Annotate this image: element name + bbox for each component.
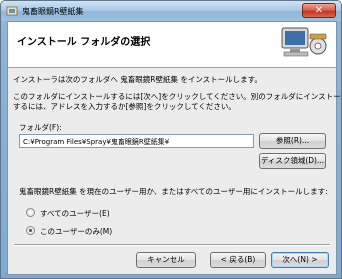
folder-path-input[interactable]: C:¥Program Files¥Spray¥鬼畜眼鏡R壁紙集¥	[19, 134, 254, 148]
radio-this-user-only-button[interactable]	[26, 226, 35, 235]
install-scope-question: 鬼畜眼鏡R壁紙集 を現在のユーザー用か、またはすべてのユーザー用にインストールし…	[19, 187, 328, 196]
disk-cost-button[interactable]: ディスク領域(D)...	[259, 153, 326, 169]
page-title: インストール フォルダの選択	[17, 37, 151, 48]
folder-label: フォルダ(F):	[19, 123, 62, 132]
footer-separator	[14, 244, 330, 246]
browse-button[interactable]: 参照(R)...	[259, 133, 326, 149]
dialog-client-area: インストール フォルダの選択 インストーラは次のフォルダへ 鬼畜眼鏡R壁紙集 を…	[7, 21, 341, 275]
back-button[interactable]: < 戻る(B)	[210, 252, 266, 268]
instructions-line-2: するには、アドレスを入力するか[参照]をクリックしてください。	[13, 102, 236, 111]
radio-all-users-label: すべてのユーザー(E)	[40, 209, 110, 218]
wizard-header: インストール フォルダの選択	[8, 22, 336, 68]
header-divider	[8, 66, 336, 67]
radio-this-user-only-label: このユーザーのみ(M)	[40, 227, 113, 236]
close-button[interactable]: ✕	[302, 3, 336, 18]
cancel-button[interactable]: キャンセル	[136, 252, 196, 268]
computer-setup-icon	[281, 27, 327, 57]
title-bar[interactable]: 鬼畜眼鏡R壁紙集 ✕	[1, 1, 341, 21]
installer-app-icon	[6, 6, 18, 16]
radio-all-users-button[interactable]	[26, 208, 35, 217]
intro-text: インストーラは次のフォルダへ 鬼畜眼鏡R壁紙集 をインストールします。	[13, 75, 262, 84]
window-title: 鬼畜眼鏡R壁紙集	[22, 7, 84, 16]
next-button[interactable]: 次へ(N) >	[271, 252, 329, 268]
installer-window: 鬼畜眼鏡R壁紙集 ✕ インストール フォルダの選択 インストーラは次のフォルダへ…	[0, 0, 342, 279]
